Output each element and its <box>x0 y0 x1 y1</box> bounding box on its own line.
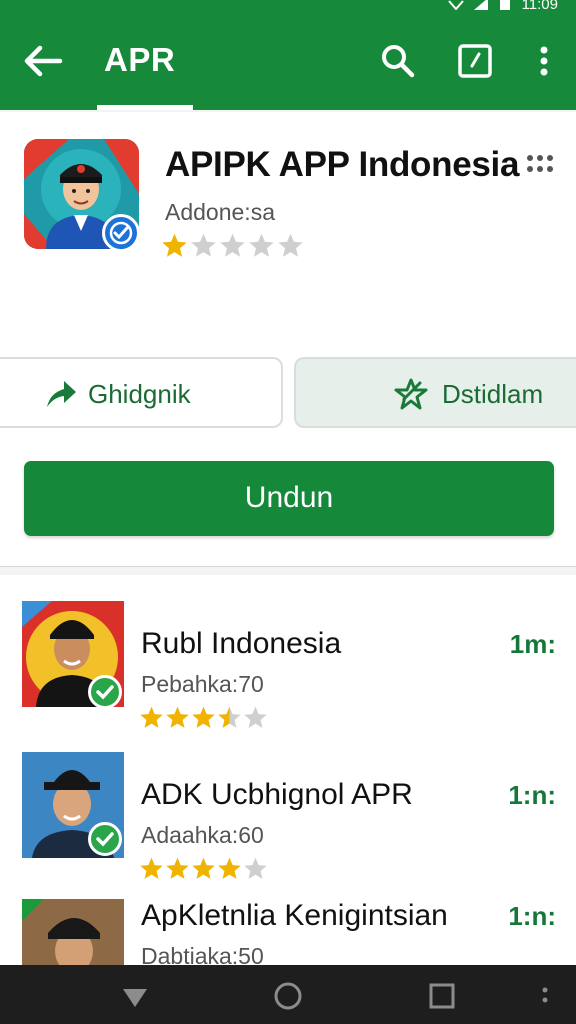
back-arrow-icon <box>24 45 63 77</box>
more-vert-icon <box>540 46 548 76</box>
home-circle-icon <box>274 982 302 1010</box>
star-filled-icon <box>162 233 187 257</box>
recents-square-icon <box>429 983 455 1009</box>
star-empty-icon <box>278 233 303 257</box>
battery-icon <box>499 0 510 10</box>
item-rating-stars <box>139 856 268 881</box>
item-title: ApKletnlia Kenigintsian <box>141 899 448 932</box>
item-thumbnail-image <box>22 899 124 965</box>
item-size: 1:n: <box>508 901 556 931</box>
list-item[interactable]: ADK Ucbhignol APR Adaahka:60 1:n: <box>0 750 576 900</box>
wishlist-button[interactable]: Dstidlam <box>294 357 576 428</box>
item-subtitle: Adaahka:60 <box>141 822 264 848</box>
star-empty-icon <box>249 233 274 257</box>
related-apps-list: Rubl Indonesia Pebahka:70 1m: ADK Ucbhig… <box>0 575 576 965</box>
more-options-button[interactable] <box>530 41 558 81</box>
item-thumbnail <box>22 899 124 965</box>
more-dots-icon <box>542 987 548 1003</box>
verified-badge <box>102 214 140 252</box>
action-row: Ghidgnik Dstidlam <box>0 357 576 429</box>
nav-home-button[interactable] <box>271 979 305 1013</box>
installed-check-badge <box>88 822 122 856</box>
edit-icon <box>458 44 492 78</box>
app-header-card: APIPK APP Indonesia Addone:sa Ghidgnik D… <box>0 112 576 567</box>
install-button-label: Undun <box>244 481 334 514</box>
star-filled-icon <box>140 706 163 728</box>
share-arrow-icon <box>47 381 76 407</box>
list-item[interactable]: Rubl Indonesia Pebahka:70 1m: <box>0 599 576 749</box>
star-filled-icon <box>140 857 163 879</box>
star-filled-icon <box>192 857 215 879</box>
installed-check-badge <box>88 675 122 709</box>
star-filled-icon <box>166 706 189 728</box>
verified-check-icon <box>109 221 133 245</box>
status-icons: 11:09 <box>447 0 558 13</box>
app-developer: Addone:sa <box>165 199 275 225</box>
system-nav-bar <box>0 965 576 1024</box>
star-empty-icon <box>244 857 267 879</box>
item-subtitle: Pebahka:70 <box>141 671 264 697</box>
share-button[interactable]: Ghidgnik <box>0 357 283 428</box>
star-add-icon <box>394 378 428 410</box>
back-triangle-icon <box>123 989 147 1007</box>
star-empty-icon <box>220 233 245 257</box>
app-title: APIPK APP Indonesia <box>165 145 520 184</box>
share-button-label: Ghidgnik <box>88 379 191 409</box>
edit-button[interactable] <box>455 41 495 81</box>
list-item[interactable]: ApKletnlia Kenigintsian Dabtiaka:50 1:n: <box>0 897 576 965</box>
app-bar: APR <box>0 16 576 110</box>
star-empty-icon <box>244 706 267 728</box>
nav-back-button[interactable] <box>118 979 152 1013</box>
check-icon <box>96 832 114 847</box>
nav-recents-button[interactable] <box>425 979 459 1013</box>
app-title-menu[interactable] <box>524 152 556 176</box>
signal-icon <box>473 0 488 10</box>
app-rating-stars <box>161 232 304 259</box>
wifi-icon <box>447 0 464 10</box>
search-button[interactable] <box>378 41 418 81</box>
star-filled-icon <box>218 857 241 879</box>
item-rating-stars <box>139 705 268 730</box>
item-title: ADK Ucbhignol APR <box>141 778 413 811</box>
item-subtitle: Dabtiaka:50 <box>141 943 264 965</box>
status-bar: 11:09 <box>0 0 576 16</box>
star-filled-icon <box>166 857 189 879</box>
check-icon <box>96 685 114 700</box>
nav-more-button[interactable] <box>535 979 555 1013</box>
install-button[interactable]: Undun <box>24 461 554 536</box>
search-icon <box>382 45 415 78</box>
star-empty-icon <box>191 233 216 257</box>
grid-dots-icon <box>527 155 553 172</box>
star-filled-icon <box>192 706 215 728</box>
status-time: 11:09 <box>521 0 558 13</box>
app-bar-title: APR <box>104 41 176 78</box>
tab-indicator <box>97 105 193 110</box>
back-button[interactable] <box>20 41 66 81</box>
item-size: 1m: <box>509 629 556 659</box>
item-title: Rubl Indonesia <box>141 627 342 660</box>
item-size: 1:n: <box>508 780 556 810</box>
star-half-icon <box>218 706 241 728</box>
screen: 11:09 APR APIPK APP Indonesia Addone:sa … <box>0 0 576 1024</box>
wishlist-button-label: Dstidlam <box>442 379 544 409</box>
